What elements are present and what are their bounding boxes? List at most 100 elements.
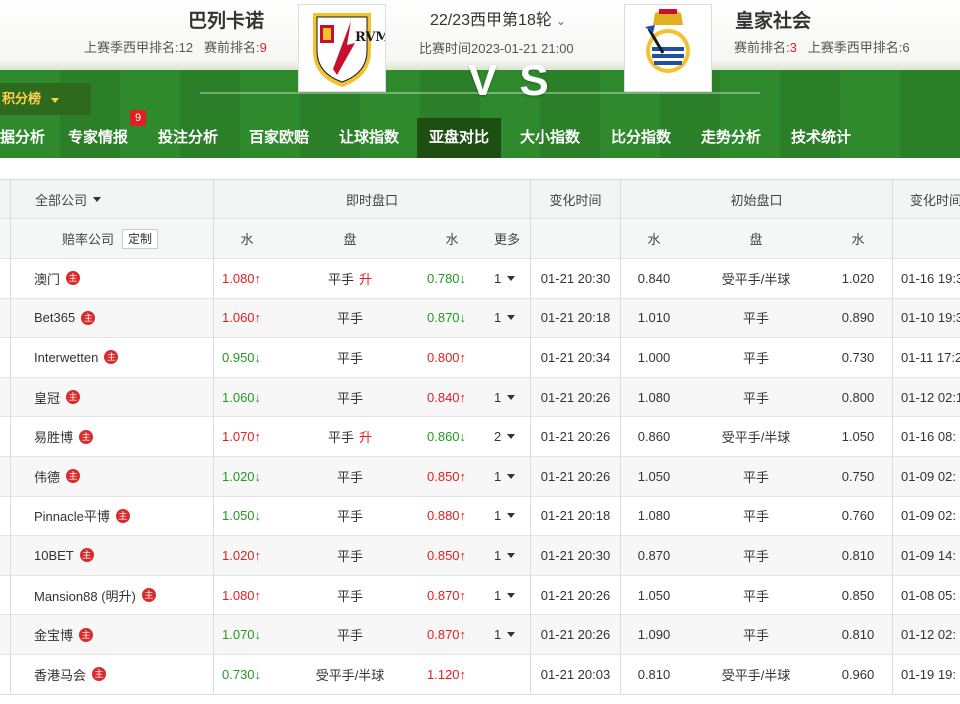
home-last-season-value: 12 (178, 40, 194, 55)
custom-button[interactable]: 定制 (122, 228, 159, 249)
table-row[interactable]: 伟德主 1.020↓ 平手 0.850↑ 1 01-21 20:26 1.050 平手 0.75… (0, 457, 960, 497)
more-dropdown[interactable]: 1 (494, 615, 526, 654)
table-row[interactable]: Pinnacle平博主 1.050↓ 平手 0.880↑ 1 01-21 20:18 1.0… (0, 496, 960, 537)
change-time: 01-21 20:18 (540, 508, 611, 524)
away-team-name[interactable]: 皇家社会 (735, 6, 811, 33)
more-dropdown[interactable]: 1 (494, 536, 526, 575)
standings-label: 积分榜 (2, 91, 42, 106)
tab-trend-analysis[interactable]: 走势分析 (701, 118, 761, 158)
home-badge-icon: 主 (79, 548, 94, 563)
column-divider (620, 179, 621, 695)
company-cell[interactable]: Mansion88 (明升) 主 (34, 576, 156, 615)
home-team-logo[interactable]: RVM (298, 4, 390, 92)
table-row[interactable]: 皇冠主 1.060↓ 平手 0.840↑ 1 01-21 20:26 1.080 平手 0.80… (0, 377, 960, 418)
more-dropdown[interactable]: 2 (494, 417, 526, 456)
more-dropdown[interactable]: 1 (494, 497, 526, 536)
handicap-value: 平手 (327, 430, 354, 446)
live-water2: 0.780↓ (427, 270, 467, 286)
tab-handicap-index[interactable]: 让球指数 (339, 118, 399, 158)
more-count: 1 (494, 547, 502, 563)
chevron-down-icon: ⌄ (555, 14, 566, 28)
table-row[interactable]: 香港马会主 0.730↓ 受平手/半球 1.120↑ 01-21 20:03 0.810 受… (0, 655, 960, 695)
company-cell[interactable]: 香港马会主 (34, 655, 107, 694)
init-handicap-header: 盘 (749, 232, 763, 247)
init-water2: 0.750 (841, 468, 875, 484)
home-badge-icon: 主 (92, 667, 107, 682)
init-water2: 1.020 (841, 270, 875, 286)
more-header: 更多 (494, 232, 521, 247)
init-water1: 0.860 (637, 429, 671, 445)
live-handicap: 平手 (290, 338, 410, 377)
company-cell[interactable]: 皇冠主 (34, 378, 81, 417)
table-row[interactable]: Bet365 主 1.060↑ 平手 0.870↓ 1 01-21 20:18 1.010 平手… (0, 298, 960, 339)
tab-correct-score[interactable]: 比分指数 (611, 118, 671, 158)
column-divider (10, 179, 11, 695)
column-divider (530, 179, 531, 695)
tab-betting-analysis[interactable]: 投注分析 (158, 118, 218, 158)
all-companies-dropdown[interactable]: 全部公司 (35, 180, 102, 218)
caret-down-icon (507, 434, 516, 440)
tab-data-analysis[interactable]: 据分析 (0, 118, 45, 158)
table-subheader-row: 赔率公司 定制 水 盘 水 更多 水 盘 水 (0, 219, 960, 259)
init-change-time: 01-12 02:1 (901, 389, 960, 405)
company-cell[interactable]: Interwetten 主 (34, 338, 119, 377)
home-last-season-label: 上赛季西甲排名: (84, 40, 179, 55)
home-team-ranks: 上赛季西甲排名:12 赛前排名:9 (84, 37, 267, 56)
change-time: 01-21 20:26 (540, 429, 611, 445)
company-name: 香港马会 (34, 667, 87, 683)
more-dropdown[interactable]: 1 (494, 378, 526, 417)
live-water2: 0.840↑ (427, 389, 467, 405)
init-handicap: 平手 (742, 390, 769, 406)
init-water2: 0.890 (841, 310, 875, 326)
home-badge-icon: 主 (66, 271, 81, 286)
home-badge-icon: 主 (66, 469, 81, 484)
rayo-crest-icon: RVM (313, 13, 390, 87)
init-change-time: 01-10 19:3 (901, 310, 960, 326)
tab-over-under[interactable]: 大小指数 (520, 118, 580, 158)
tab-expert-info[interactable]: 专家情报 (68, 118, 128, 158)
caret-down-icon (507, 315, 516, 321)
table-row[interactable]: Mansion88 (明升) 主 1.080↑ 平手 0.870↑ 1 01-21 20:2… (0, 575, 960, 616)
change-time-header: 变化时间 (549, 192, 602, 208)
more-count: 1 (494, 389, 502, 405)
table-row[interactable]: 澳门主 1.080↑ 平手升 0.780↓ 1 01-21 20:30 0.840 受平手/半… (0, 259, 960, 299)
change-time: 01-21 20:30 (540, 270, 611, 286)
more-dropdown[interactable]: 1 (494, 576, 526, 615)
table-row[interactable]: 易胜博主 1.070↑ 平手升 0.860↓ 2 01-21 20:26 0.860 受平手/… (0, 417, 960, 457)
init-water2: 0.730 (841, 349, 875, 365)
caret-down-icon (507, 394, 516, 400)
more-dropdown[interactable]: 1 (494, 457, 526, 496)
standings-dropdown[interactable]: 积分榜 (0, 83, 91, 115)
handicap-value: 平手 (327, 271, 354, 287)
away-team-logo[interactable] (624, 4, 712, 92)
company-name: Bet365 (34, 310, 76, 326)
company-cell[interactable]: Bet365 主 (34, 299, 96, 338)
table-row[interactable]: 10BET 主 1.020↑ 平手 0.850↑ 1 01-21 20:30 0.870 平手 0… (0, 536, 960, 576)
company-cell[interactable]: 伟德主 (34, 457, 81, 496)
home-badge-icon: 主 (141, 588, 156, 603)
init-water2: 0.960 (841, 666, 875, 682)
table-row[interactable]: Interwetten 主 0.950↓ 平手 0.800↑ 01-21 20:34 1.0… (0, 338, 960, 378)
company-cell[interactable]: 澳门主 (34, 259, 81, 298)
away-last-season-label: 上赛季西甲排名: (807, 40, 903, 55)
company-cell[interactable]: 易胜博主 (34, 417, 94, 456)
more-dropdown[interactable]: 1 (494, 259, 526, 298)
init-water2-header: 水 (851, 232, 865, 247)
match-time: 比赛时间2023-01-21 21:00 (419, 38, 574, 57)
tab-european-odds[interactable]: 百家欧赔 (249, 118, 309, 158)
company-cell[interactable]: Pinnacle平博主 (34, 497, 130, 536)
away-team-ranks: 赛前排名:3 上赛季西甲排名:6 (734, 37, 910, 56)
company-cell[interactable]: 10BET 主 (34, 536, 94, 575)
live-water1: 1.080↑ (222, 270, 262, 286)
table-row[interactable]: 金宝博主 1.070↓ 平手 0.870↑ 1 01-21 20:26 1.090 平手 0.8… (0, 615, 960, 655)
company-name: 皇冠 (34, 390, 61, 406)
live-handicap: 平手 (290, 457, 410, 496)
water1-header: 水 (240, 232, 254, 247)
more-dropdown[interactable]: 1 (494, 299, 526, 338)
tab-tech-stats[interactable]: 技术统计 (791, 118, 851, 158)
tab-asian-handicap[interactable]: 亚盘对比 (417, 118, 502, 158)
company-cell[interactable]: 金宝博主 (34, 615, 94, 654)
init-water1: 1.050 (637, 468, 671, 484)
round-selector[interactable]: 22/23西甲第18轮 ⌄ (430, 6, 566, 30)
home-team-name[interactable]: 巴列卡诺 (188, 6, 264, 33)
